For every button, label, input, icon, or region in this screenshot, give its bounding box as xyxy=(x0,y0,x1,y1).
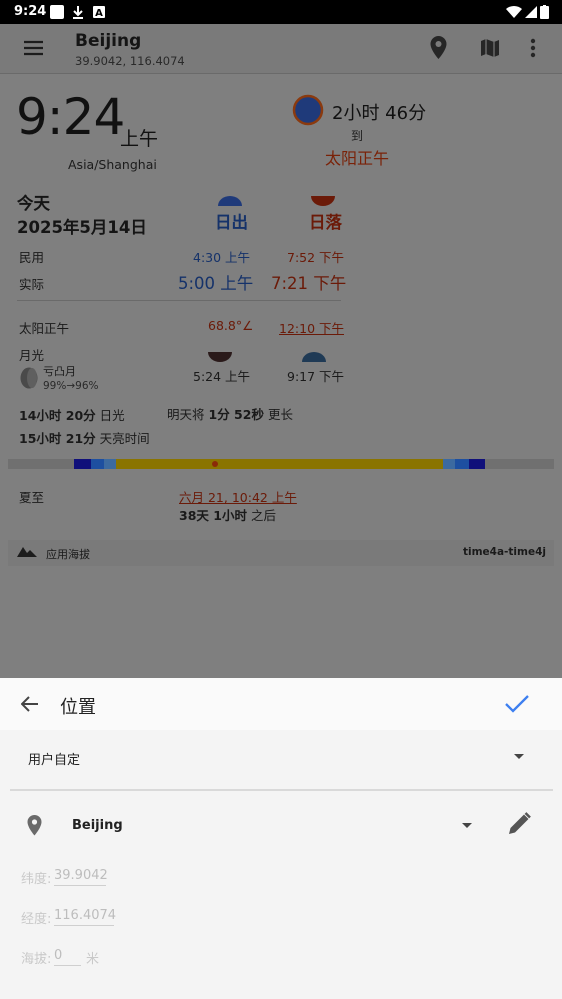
daylight-duration: 14小时 20分 日光 xyxy=(19,405,125,424)
solstice-remaining: 38天 1小时 之后 xyxy=(179,505,276,524)
tomorrow-prefix: 明天将 xyxy=(167,407,205,422)
sunset-icon xyxy=(311,196,335,206)
table-divider xyxy=(17,300,341,301)
location-mode-select[interactable]: 用户自定 xyxy=(28,749,80,768)
date-label: 2025年5月14日 xyxy=(17,218,147,237)
back-arrow-icon[interactable] xyxy=(21,696,39,712)
timeline-night-end-segment xyxy=(469,459,485,469)
location-dropdown-arrow-icon[interactable] xyxy=(462,823,472,828)
moonrise-time: 5:24 上午 xyxy=(193,369,251,384)
download-icon xyxy=(73,6,83,19)
actual-label: 实际 xyxy=(19,277,45,292)
twilight-suffix: 天亮时间 xyxy=(99,431,150,446)
moonrise-icon xyxy=(208,352,232,362)
solar-noon-time[interactable]: 12:10 下午 xyxy=(279,318,344,337)
altitude-unit: 米 xyxy=(86,952,100,967)
longitude-field[interactable]: 116.4074 xyxy=(54,908,116,926)
mode-dropdown-arrow-icon[interactable] xyxy=(514,754,524,759)
twilight-value: 15小时 21分 xyxy=(19,431,96,446)
status-bar: 9:24 A xyxy=(0,0,562,24)
day-timeline-bar xyxy=(8,459,554,469)
more-options-icon[interactable] xyxy=(530,38,536,58)
solstice-remaining-value: 38天 1小时 xyxy=(179,508,247,523)
battery-icon xyxy=(540,5,549,19)
countdown-target: 太阳正午 xyxy=(325,149,390,168)
timeline-dawn-segment xyxy=(104,459,116,469)
sunrise-icon xyxy=(218,196,242,206)
latitude-field[interactable]: 39.9042 xyxy=(54,868,108,886)
font-notification-icon: A xyxy=(93,6,105,19)
civil-label: 民用 xyxy=(19,250,45,265)
tomorrow-value: 1分 52秒 xyxy=(208,407,264,422)
moon-illumination: 99%→96% xyxy=(43,380,99,392)
moonset-icon xyxy=(302,352,326,362)
timeline-evening-segment xyxy=(455,459,469,469)
twilight-duration: 15小时 21分 天亮时间 xyxy=(19,428,150,447)
wifi-icon xyxy=(506,5,522,19)
location-name-select[interactable]: Beijing xyxy=(72,818,123,833)
edit-pencil-icon[interactable] xyxy=(507,811,532,836)
current-ampm: 上午 xyxy=(120,128,159,150)
timeline-dusk-segment xyxy=(443,459,455,469)
solstice-remaining-suffix: 之后 xyxy=(250,508,276,523)
daylight-value: 14小时 20分 xyxy=(19,408,96,423)
sunrise-header: 日出 xyxy=(215,213,248,232)
tomorrow-difference: 明天将 1分 52秒 更长 xyxy=(167,404,293,423)
civil-set: 7:52 下午 xyxy=(287,250,345,265)
day-label: 今天 xyxy=(17,194,50,213)
toolbar-divider xyxy=(0,73,562,74)
countdown-text: 2小时 46分 xyxy=(332,103,427,124)
timeline-night-segment xyxy=(74,459,91,469)
toolbar-coordinates: 39.9042, 116.4074 xyxy=(75,54,185,68)
latitude-label: 纬度: xyxy=(21,872,52,887)
altitude-field-label: 海拔: xyxy=(21,952,52,967)
altitude-label[interactable]: 应用海拔 xyxy=(46,546,90,562)
footer-strip: 应用海拔 time4a-time4j xyxy=(8,540,554,566)
solstice-date[interactable]: 六月 21, 10:42 上午 xyxy=(179,487,297,506)
sheet-title: 位置 xyxy=(60,697,96,718)
moon-phase-icon xyxy=(20,367,38,389)
sun-position-icon xyxy=(292,94,324,126)
signal-icon xyxy=(525,6,537,18)
moonset-time: 9:17 下午 xyxy=(287,369,345,384)
longitude-label: 经度: xyxy=(21,912,52,927)
timezone-label: Asia/Shanghai xyxy=(68,157,157,172)
app-notification-icon xyxy=(50,5,64,19)
location-pin-icon[interactable] xyxy=(430,36,447,60)
location-pin-icon xyxy=(27,815,42,836)
tomorrow-suffix: 更长 xyxy=(267,407,293,422)
countdown-to-label: 到 xyxy=(351,129,364,143)
menu-icon[interactable] xyxy=(24,40,44,56)
version-label: time4a-time4j xyxy=(462,546,546,558)
current-time: 9:24 xyxy=(16,88,125,146)
moon-phase-name: 亏凸月 xyxy=(43,365,76,378)
sunset-header: 日落 xyxy=(309,213,342,232)
confirm-check-icon[interactable] xyxy=(505,694,529,713)
moon-label: 月光 xyxy=(19,348,45,363)
timeline-daylight-segment xyxy=(116,459,443,469)
altitude-field[interactable]: 0 xyxy=(54,948,81,966)
civil-rise: 4:30 上午 xyxy=(193,250,251,265)
solar-noon-angle: 68.8°∠ xyxy=(208,318,254,333)
status-time: 9:24 xyxy=(14,4,47,19)
sheet-divider xyxy=(10,789,553,791)
map-icon[interactable] xyxy=(480,38,500,58)
solar-noon-label: 太阳正午 xyxy=(19,321,70,336)
actual-rise: 5:00 上午 xyxy=(178,274,254,293)
actual-set: 7:21 下午 xyxy=(271,274,347,293)
mountain-icon xyxy=(17,547,37,557)
timeline-twilight-segment xyxy=(91,459,104,469)
solstice-label: 夏至 xyxy=(19,490,45,505)
toolbar-title: Beijing xyxy=(75,31,142,51)
timeline-now-marker xyxy=(212,461,218,467)
svg-text:A: A xyxy=(95,8,103,19)
daylight-suffix: 日光 xyxy=(99,408,125,423)
